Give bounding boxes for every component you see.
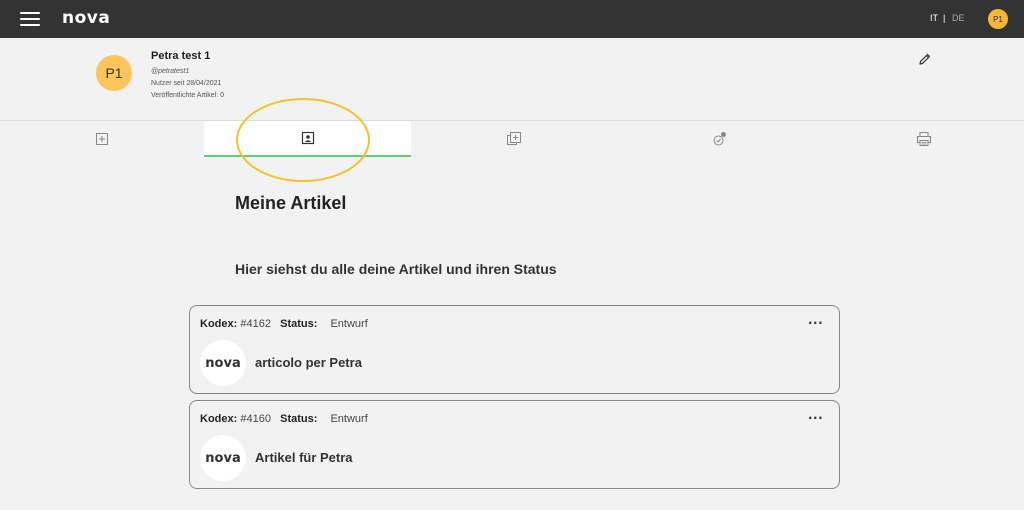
hamburger-menu-icon[interactable] (20, 12, 40, 26)
tab-my-articles[interactable] (204, 121, 411, 157)
badge-hand-icon (712, 131, 728, 147)
article-thumbnail-logo: nova (200, 435, 246, 481)
profile-name: Petra test 1 (151, 50, 211, 62)
article-meta: Kodex: #4160 Status: Entwurf (200, 413, 368, 425)
user-profile-icon (301, 131, 315, 145)
language-it-link[interactable]: IT (930, 13, 938, 23)
article-code: #4162 (240, 318, 271, 330)
article-code: #4160 (240, 413, 271, 425)
article-thumbnail-logo: nova (200, 340, 246, 386)
tab-print[interactable] (823, 121, 1024, 157)
profile-member-since: Nutzer seit 28/04/2021 (151, 80, 222, 87)
article-status-label: Status: (280, 318, 318, 330)
tab-new-article[interactable] (0, 121, 204, 157)
article-card[interactable]: Kodex: #4160 Status: Entwurf ··· nova Ar… (189, 400, 840, 489)
more-options-icon[interactable]: ··· (808, 411, 823, 425)
language-separator: | (943, 13, 946, 23)
tab-collections[interactable] (411, 121, 617, 157)
nova-logo[interactable]: nova (62, 8, 110, 28)
page-title: Meine Artikel (235, 193, 347, 213)
user-avatar-button[interactable]: P1 (988, 9, 1008, 29)
article-title[interactable]: articolo per Petra (255, 355, 362, 370)
plus-square-icon (95, 132, 109, 146)
article-code-label: Kodex: (200, 318, 238, 330)
more-options-icon[interactable]: ··· (808, 316, 823, 330)
language-de-link[interactable]: DE (952, 13, 965, 23)
stacked-add-icon (506, 131, 522, 147)
pencil-edit-icon[interactable] (918, 51, 932, 65)
article-title[interactable]: Artikel für Petra (255, 450, 353, 465)
article-code-label: Kodex: (200, 413, 238, 425)
article-status: Entwurf (330, 413, 368, 425)
article-card[interactable]: Kodex: #4162 Status: Entwurf ··· nova ar… (189, 305, 840, 394)
top-navigation-bar: nova IT | DE P1 (0, 0, 1024, 38)
profile-handle: @petratest1 (151, 68, 190, 75)
profile-published-count: Veröffentlichte Artikel: 0 (151, 92, 225, 99)
profile-avatar: P1 (96, 55, 132, 91)
article-status: Entwurf (330, 318, 368, 330)
printer-icon (916, 131, 932, 147)
tab-badges[interactable] (617, 121, 823, 157)
article-status-label: Status: (280, 413, 318, 425)
article-meta: Kodex: #4162 Status: Entwurf (200, 318, 368, 330)
page-subtitle: Hier siehst du alle deine Artikel und ih… (235, 261, 557, 277)
